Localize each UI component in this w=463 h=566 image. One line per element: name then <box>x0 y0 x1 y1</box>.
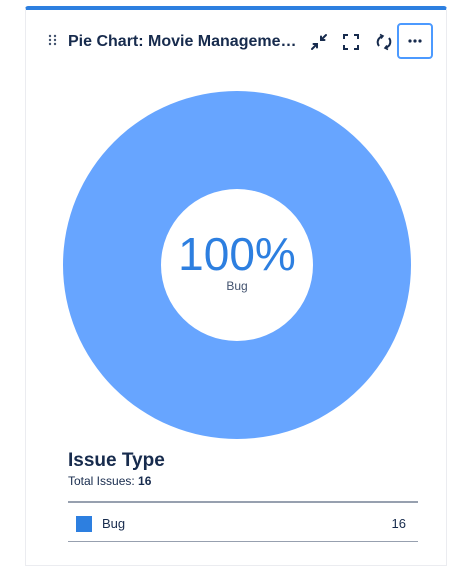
fullscreen-icon <box>343 34 359 50</box>
gadget-title: Pie Chart: Movie Management... <box>68 33 302 50</box>
legend-row-count: 16 <box>391 516 406 531</box>
gadget-header: Pie Chart: Movie Management... <box>26 23 446 64</box>
minimize-icon <box>311 34 327 50</box>
more-icon <box>408 39 422 43</box>
legend-row[interactable]: Bug 16 <box>68 503 418 542</box>
legend-swatch <box>76 516 92 532</box>
legend-table: Bug 16 <box>68 501 418 542</box>
pie-chart-gadget: Pie Chart: Movie Management... 100% Bug … <box>25 6 447 566</box>
legend-title: Issue Type <box>68 450 165 471</box>
donut-center-label: 100% Bug <box>62 229 412 293</box>
legend-row-label[interactable]: Bug <box>102 516 125 531</box>
center-percent: 100% <box>178 228 296 280</box>
total-value: 16 <box>138 474 152 488</box>
more-actions-button[interactable] <box>397 23 433 59</box>
total-label: Total Issues: <box>68 474 135 488</box>
refresh-button[interactable] <box>371 28 397 56</box>
center-category: Bug <box>226 279 248 293</box>
fullscreen-button[interactable] <box>338 28 364 56</box>
refresh-icon <box>376 33 392 51</box>
drag-handle-icon[interactable] <box>48 34 58 48</box>
total-issues: Total Issues: 16 <box>68 474 151 488</box>
donut-chart: 100% Bug <box>62 90 412 440</box>
minimize-button[interactable] <box>306 28 332 56</box>
